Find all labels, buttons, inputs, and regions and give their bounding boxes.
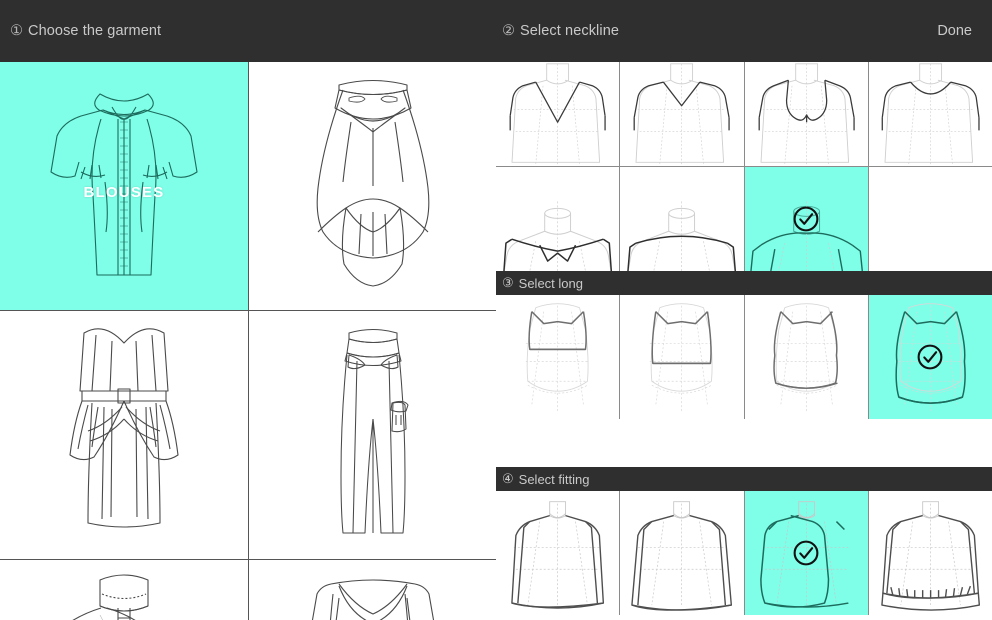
deep-v-neckline-icon	[496, 62, 619, 166]
garment-tile-vest[interactable]	[249, 560, 496, 620]
tunic-length-icon	[869, 295, 992, 419]
garment-chooser-panel: ① Choose the garment BLOUSES	[0, 0, 496, 620]
blouse-sketch	[0, 62, 248, 310]
left-topbar: ① Choose the garment	[0, 0, 496, 62]
long-option-grid	[496, 295, 992, 419]
long-section-spacer	[496, 419, 992, 467]
option-tile-tunic-length[interactable]	[868, 295, 992, 419]
step-marker-long: ③	[502, 275, 514, 290]
option-tile-straight-fit[interactable]	[496, 491, 620, 615]
step-marker-2: ②	[502, 23, 515, 39]
portrait-neckline-icon	[745, 167, 868, 271]
option-tile-deep-v-neckline[interactable]	[496, 62, 620, 166]
option-tile-cropped-length[interactable]	[496, 295, 620, 419]
garment-tile-skirt[interactable]	[249, 62, 496, 310]
high-collar-shirt-sketch	[0, 560, 248, 620]
section-header-long: ③ Select long	[496, 271, 992, 295]
fitting-section-spacer	[496, 615, 992, 620]
garment-tile-shirt[interactable]	[0, 560, 248, 620]
option-tile-loose-fit[interactable]	[620, 491, 744, 615]
gathered-hem-fit-icon	[869, 491, 992, 615]
strapless-draped-dress-sketch	[0, 311, 248, 559]
step-marker-1: ①	[10, 23, 23, 39]
option-tile-portrait-neckline[interactable]	[744, 167, 868, 271]
option-tile-waist-length[interactable]	[620, 295, 744, 419]
section-title-fitting: Select fitting	[518, 471, 590, 487]
sweetheart-neckline-icon	[745, 62, 868, 166]
garment-configurator: ① Choose the garment BLOUSES ② Select ne…	[0, 0, 992, 620]
zip-vest-sketch	[249, 560, 496, 620]
garment-grid: BLOUSES	[0, 62, 496, 620]
left-panel-title: Choose the garment	[28, 23, 162, 39]
option-tile-round-neckline[interactable]	[868, 62, 992, 166]
garment-tile-blouse[interactable]: BLOUSES	[0, 62, 248, 310]
option-tile-hip-length[interactable]	[744, 295, 868, 419]
option-tile-wide-notch-neckline[interactable]	[496, 167, 620, 271]
hip-length-icon	[745, 295, 868, 419]
loose-fit-icon	[620, 491, 743, 615]
garment-tile-pants[interactable]	[249, 311, 496, 559]
option-sections: ③ Select long ④ Select fitting	[496, 62, 992, 620]
option-tile-tapered-fit[interactable]	[744, 491, 868, 615]
section-title-long: Select long	[518, 275, 583, 291]
neckline-section-title: Select neckline	[520, 23, 620, 39]
cargo-pants-sketch	[249, 311, 496, 559]
waist-length-icon	[620, 295, 743, 419]
tapered-fit-icon	[745, 491, 868, 615]
step-marker-fitting: ④	[502, 471, 514, 486]
cropped-length-icon	[496, 295, 619, 419]
v-neckline-icon	[620, 62, 743, 166]
option-tile-empty-slot	[868, 167, 992, 271]
option-tile-sweetheart-neckline[interactable]	[744, 62, 868, 166]
wide-notch-neckline-icon	[496, 167, 619, 271]
done-button[interactable]: Done	[929, 19, 980, 43]
options-panel: ② Select neckline Done ③ Select long ④ Sele…	[496, 0, 992, 620]
option-tile-boat-neckline[interactable]	[620, 167, 744, 271]
option-tile-v-neckline[interactable]	[620, 62, 744, 166]
section-header-fitting: ④ Select fitting	[496, 467, 992, 491]
neckline-option-grid	[496, 62, 992, 271]
boat-neckline-icon	[620, 167, 743, 271]
round-neckline-icon	[869, 62, 992, 166]
option-tile-gathered-hem-fit[interactable]	[868, 491, 992, 615]
high-low-skirt-sketch	[249, 62, 496, 310]
fitting-option-grid	[496, 491, 992, 615]
right-topbar: ② Select neckline Done	[496, 0, 992, 62]
garment-tile-dress[interactable]	[0, 311, 248, 559]
straight-fit-icon	[496, 491, 619, 615]
